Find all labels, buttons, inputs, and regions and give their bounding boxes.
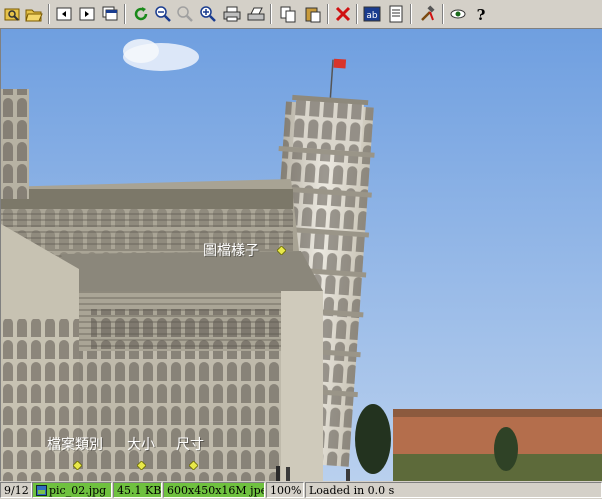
open-folder-icon bbox=[4, 8, 20, 21]
status-filename-panel: pic_02.jpg bbox=[32, 482, 112, 498]
print-icon bbox=[223, 6, 241, 22]
properties-icon bbox=[389, 5, 403, 23]
annotation-size: 大小 bbox=[127, 437, 155, 453]
annotation-pin-image-appearance bbox=[277, 246, 286, 255]
zoom-disabled-button[interactable] bbox=[175, 4, 195, 24]
status-load-time: Loaded in 0.0 s bbox=[305, 482, 602, 498]
scan-button[interactable] bbox=[246, 4, 266, 24]
paste-icon bbox=[305, 7, 321, 23]
copy-icon bbox=[280, 6, 296, 23]
zoom-out-icon bbox=[155, 6, 171, 22]
annotation-pin-dimensions bbox=[189, 461, 198, 470]
zoom-out-button[interactable] bbox=[153, 4, 173, 24]
photo-pisa bbox=[1, 29, 602, 481]
prev-file-button[interactable] bbox=[54, 4, 74, 24]
refresh-icon bbox=[134, 7, 148, 21]
prev-file-icon bbox=[56, 7, 72, 21]
fullscreen-icon bbox=[102, 6, 118, 21]
refresh-button[interactable] bbox=[131, 4, 151, 24]
status-zoom: 100% bbox=[266, 482, 304, 498]
open-file-button[interactable] bbox=[24, 4, 44, 24]
next-file-icon bbox=[79, 7, 95, 21]
text-icon: ab bbox=[363, 6, 381, 22]
help-button[interactable]: ? bbox=[471, 4, 491, 24]
status-bar: 9/12 pic_02.jpg 45.1 KB 600x450x16M jpeg… bbox=[0, 481, 602, 499]
svg-text:ab: ab bbox=[366, 11, 378, 21]
tools-icon bbox=[421, 5, 435, 21]
svg-text:?: ? bbox=[477, 6, 486, 24]
open-file-icon bbox=[25, 9, 43, 22]
status-index: 9/12 bbox=[0, 482, 32, 498]
tools-button[interactable] bbox=[418, 4, 438, 24]
toolbar: ab ? bbox=[0, 0, 602, 29]
image-viewer[interactable]: 圖檔樣子 檔案類別 大小 尺寸 bbox=[0, 29, 602, 481]
copy-button[interactable] bbox=[278, 4, 298, 24]
print-button[interactable] bbox=[222, 4, 242, 24]
text-button[interactable]: ab bbox=[362, 4, 382, 24]
status-format: 600x450x16M jpeg bbox=[163, 482, 265, 498]
paste-button[interactable] bbox=[303, 4, 323, 24]
delete-icon bbox=[335, 6, 351, 22]
annotation-pin-file-type bbox=[73, 461, 82, 470]
view-eye-icon bbox=[450, 9, 466, 19]
annotation-pin-size bbox=[137, 461, 146, 470]
jpeg-file-icon bbox=[36, 485, 47, 496]
annotation-dimensions: 尺寸 bbox=[176, 437, 204, 453]
zoom-in-icon bbox=[200, 6, 216, 22]
annotation-file-type: 檔案類別 bbox=[47, 437, 103, 453]
status-filename: pic_02.jpg bbox=[49, 484, 107, 497]
open-folder-button[interactable] bbox=[3, 4, 23, 24]
properties-button[interactable] bbox=[386, 4, 406, 24]
zoom-in-button[interactable] bbox=[198, 4, 218, 24]
annotation-image-appearance: 圖檔樣子 bbox=[203, 243, 259, 259]
next-file-button[interactable] bbox=[77, 4, 97, 24]
zoom-disabled-icon bbox=[177, 6, 193, 22]
scan-icon bbox=[247, 7, 265, 21]
help-icon: ? bbox=[477, 6, 486, 24]
delete-button[interactable] bbox=[333, 4, 353, 24]
view-eye-button[interactable] bbox=[448, 4, 468, 24]
status-filesize: 45.1 KB bbox=[113, 482, 162, 498]
fullscreen-button[interactable] bbox=[100, 4, 120, 24]
